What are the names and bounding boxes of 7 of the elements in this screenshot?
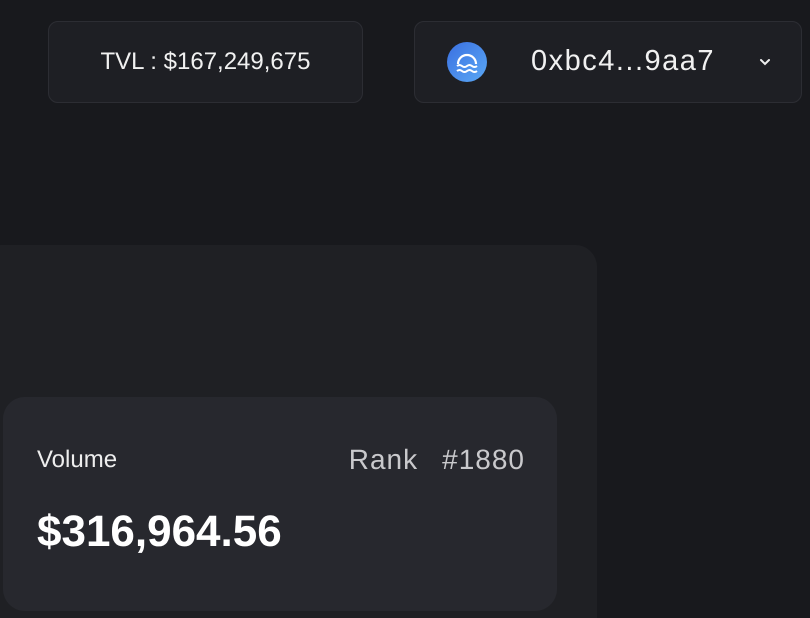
rank-value: #1880	[442, 443, 525, 477]
volume-label: Volume	[37, 445, 118, 475]
tvl-label: TVL : $167,249,675	[48, 21, 363, 103]
rank-label: Rank	[348, 443, 418, 477]
wallet-avatar-icon	[447, 42, 487, 82]
volume-value: $316,964.56	[37, 506, 283, 558]
wallet-button[interactable]: 0xbc4...9aa7	[414, 21, 802, 103]
